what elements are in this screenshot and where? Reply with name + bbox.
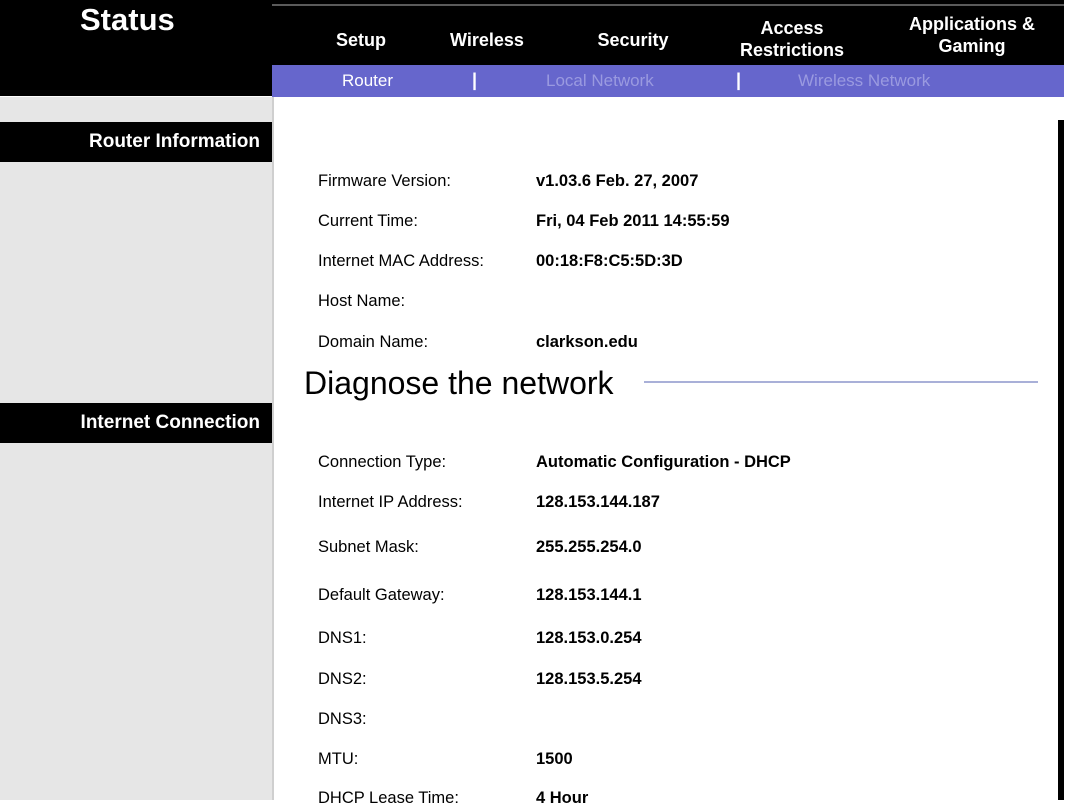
subnet-mask-value: 255.255.254.0 <box>536 538 642 556</box>
content-panel <box>272 97 1064 800</box>
tab-setup[interactable]: Setup <box>316 29 406 51</box>
subtab-local-network[interactable]: Local Network <box>546 71 654 91</box>
page-title: Status <box>80 2 175 37</box>
tab-applications-gaming[interactable]: Applications & Gaming <box>896 13 1048 57</box>
dns1-value: 128.153.0.254 <box>536 629 642 647</box>
internet-ip-value: 128.153.144.187 <box>536 493 660 511</box>
domain-name-value: clarkson.edu <box>536 333 638 351</box>
connection-type-label: Connection Type: <box>318 453 447 471</box>
subnav-separator: | <box>736 70 742 90</box>
domain-name-label: Domain Name: <box>318 333 429 351</box>
header-title-area: Status <box>0 0 272 96</box>
subnet-mask-label: Subnet Mask: <box>318 538 419 556</box>
dns2-value: 128.153.5.254 <box>536 670 642 688</box>
mtu-value: 1500 <box>536 750 573 768</box>
firmware-version-value: v1.03.6 Feb. 27, 2007 <box>536 172 699 190</box>
current-time-value: Fri, 04 Feb 2011 14:55:59 <box>536 212 730 230</box>
sub-nav: Router | Local Network | Wireless Networ… <box>272 65 1064 97</box>
subnav-separator: | <box>472 70 478 90</box>
overlay-caption: Diagnose the network <box>304 365 614 401</box>
section-heading-internet-connection: Internet Connection <box>0 403 272 443</box>
content-right-border <box>1058 120 1064 800</box>
dns2-label: DNS2: <box>318 670 367 688</box>
default-gateway-value: 128.153.144.1 <box>536 586 642 604</box>
internet-ip-label: Internet IP Address: <box>318 493 463 511</box>
tab-access-restrictions[interactable]: Access Restrictions <box>720 17 864 61</box>
content-left-border <box>272 97 274 800</box>
subtab-wireless-network[interactable]: Wireless Network <box>798 71 930 91</box>
mac-address-value: 00:18:F8:C5:5D:3D <box>536 252 683 270</box>
tab-security[interactable]: Security <box>578 29 688 51</box>
nav-top-divider <box>272 4 1064 6</box>
overlay-divider <box>644 381 1038 383</box>
subtab-router[interactable]: Router <box>342 71 393 91</box>
firmware-version-label: Firmware Version: <box>318 172 451 190</box>
section-heading-router-information: Router Information <box>0 122 272 162</box>
tab-wireless[interactable]: Wireless <box>432 29 542 51</box>
dns1-label: DNS1: <box>318 629 367 647</box>
sidebar: Router Information Internet Connection <box>0 97 272 800</box>
main-nav: Setup Wireless Security Access Restricti… <box>272 0 1064 65</box>
mtu-label: MTU: <box>318 750 359 768</box>
connection-type-value: Automatic Configuration - DHCP <box>536 453 791 471</box>
current-time-label: Current Time: <box>318 212 418 230</box>
dhcp-lease-time-label: DHCP Lease Time: <box>318 789 459 807</box>
host-name-label: Host Name: <box>318 292 406 310</box>
dns3-label: DNS3: <box>318 710 367 728</box>
mac-address-label: Internet MAC Address: <box>318 252 484 270</box>
dhcp-lease-time-value: 4 Hour <box>536 789 589 807</box>
default-gateway-label: Default Gateway: <box>318 586 445 604</box>
